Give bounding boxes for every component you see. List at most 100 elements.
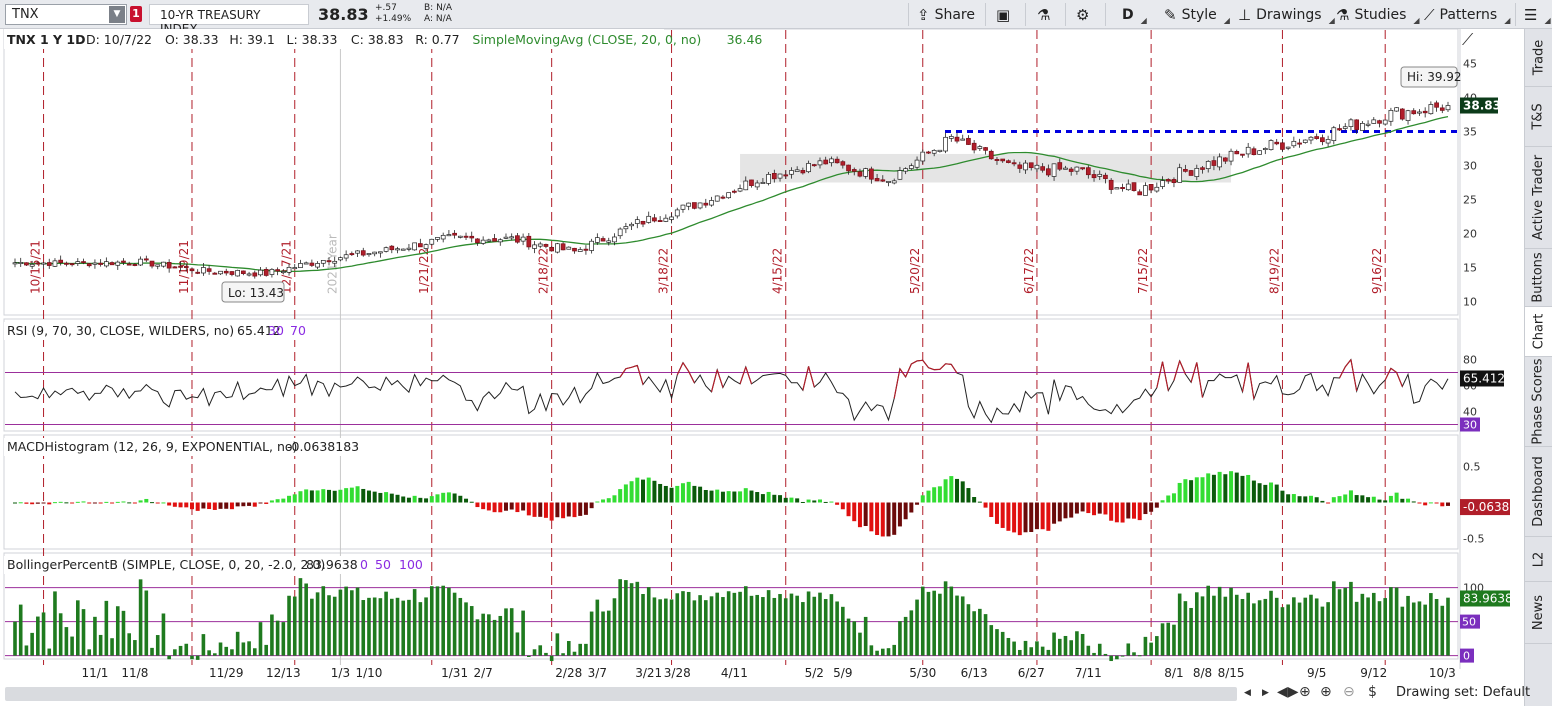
candle-up — [1194, 168, 1200, 177]
candle-up — [886, 181, 891, 183]
macd-bar — [692, 485, 697, 503]
candle-up — [680, 204, 686, 210]
bb-mid-label: 50 — [1462, 616, 1476, 629]
bb-bar — [738, 591, 742, 656]
bb-bar — [635, 581, 640, 656]
bb-bar — [275, 620, 280, 656]
aggregation-button[interactable]: D ◢ — [1122, 4, 1147, 26]
bb-bar — [943, 581, 948, 656]
bb-bar — [1006, 637, 1011, 656]
candle-up — [503, 236, 509, 239]
candle-down — [1137, 191, 1143, 196]
macd-bar — [18, 502, 23, 504]
side-tab-phase-scores[interactable]: Phase Scores — [1525, 357, 1552, 447]
macd-bar — [361, 488, 366, 503]
side-tab-active-trader[interactable]: Active Trader — [1525, 147, 1552, 249]
bb-bar — [424, 597, 428, 656]
bb-bar — [1052, 632, 1056, 656]
side-tab-label: News — [1531, 594, 1547, 631]
candle-down — [749, 179, 754, 186]
bb-bar — [926, 591, 931, 656]
candle-up — [446, 234, 452, 237]
price-axis-icon[interactable]: $ — [1368, 684, 1377, 700]
macd-bar — [87, 502, 92, 504]
bb-bar — [989, 625, 994, 656]
macd-bar — [932, 487, 937, 503]
crosshair-icon[interactable]: ⊕ — [1299, 684, 1311, 700]
macd-bar — [424, 498, 429, 503]
rsi-overbought-segment — [916, 359, 923, 362]
flask-button[interactable]: ⚗ — [1037, 4, 1050, 25]
studies-button[interactable]: ⚗ Studies ◢ — [1336, 4, 1420, 26]
patterns-button[interactable]: ⟋ Patterns ◢ — [1424, 4, 1510, 26]
macd-bar — [92, 502, 97, 504]
side-tab-bar: Trade T&S Active Trader Buttons Chart Phase S… — [1524, 29, 1552, 706]
settings-button[interactable]: ⚙ — [1076, 4, 1089, 25]
zoom-out-icon[interactable]: ⊖ — [1343, 684, 1355, 700]
bb-bar — [1337, 589, 1342, 656]
bb-bar — [1246, 592, 1250, 656]
symbol-dropdown-icon[interactable]: ▼ — [109, 6, 125, 23]
x-axis-label: 6/13 — [961, 666, 988, 680]
candle-down — [1068, 168, 1074, 172]
symbol-input[interactable]: TNX ▼ — [5, 4, 127, 25]
scroll-right-icon[interactable]: ▶ — [1262, 688, 1269, 698]
x-axis-label: 9/12 — [1360, 666, 1387, 680]
drawings-button[interactable]: ⊥ Drawings ◢ — [1238, 4, 1335, 26]
macd-bar — [1337, 496, 1342, 503]
macd-bar — [492, 502, 497, 513]
candle-down — [58, 259, 64, 263]
macd-bar — [743, 488, 748, 503]
macd-bar — [778, 495, 783, 503]
side-tab-buttons[interactable]: Buttons — [1525, 249, 1552, 307]
scroll-left-icon[interactable]: ◀ — [1244, 688, 1251, 698]
zoom-in-icon[interactable]: ⊕ — [1320, 684, 1332, 700]
macd-bar — [1200, 477, 1205, 503]
bb-bar — [1440, 605, 1445, 656]
chart-canvas[interactable]: 454035302520151010/15/2111/19/2112/17/21… — [0, 29, 1524, 706]
candle-down — [172, 266, 178, 269]
drawing-set-label[interactable]: Drawing set: Default — [1396, 685, 1530, 700]
macd-bar — [1326, 502, 1331, 504]
time-scrollbar[interactable] — [5, 687, 1237, 701]
candle-down — [526, 235, 532, 248]
candle-up — [41, 262, 46, 265]
macd-bar — [1388, 495, 1393, 503]
bb-bar — [1360, 593, 1365, 656]
menu-button[interactable]: ☰ ◢ — [1524, 4, 1551, 26]
macd-bar — [623, 484, 628, 503]
side-tab-l-[interactable]: L2 — [1525, 537, 1552, 582]
bb-bar — [932, 590, 936, 656]
macd-bar — [1400, 498, 1405, 503]
expand-time-icon[interactable]: ◀▶ — [1277, 684, 1299, 700]
bb-bar — [173, 649, 177, 656]
candle-down — [657, 220, 663, 222]
side-tab-dashboard[interactable]: Dashboard — [1525, 447, 1552, 537]
candle-up — [754, 182, 760, 188]
candle-down — [1017, 164, 1023, 169]
candle-up — [1257, 150, 1262, 155]
x-axis-label: 8/8 — [1193, 666, 1212, 680]
alert-badge[interactable]: 1 — [130, 6, 142, 22]
macd-bar — [1131, 502, 1136, 519]
bb-bar — [332, 596, 337, 656]
macd-bar — [389, 493, 394, 503]
bb-bar — [795, 595, 799, 656]
side-tab-t-s[interactable]: T&S — [1525, 87, 1552, 147]
macd-bar — [509, 502, 514, 510]
share-button[interactable]: ⇪ Share — [917, 4, 975, 25]
bb-bar — [601, 611, 605, 656]
candle-down — [452, 232, 457, 236]
snapshot-button[interactable]: ▣ — [996, 4, 1010, 25]
side-tab-chart[interactable]: Chart — [1525, 307, 1552, 357]
side-tab-news[interactable]: News — [1525, 582, 1552, 644]
toolbar-divider — [985, 3, 986, 26]
style-button[interactable]: ✎ Style ◢ — [1164, 4, 1230, 26]
side-tab-trade[interactable]: Trade — [1525, 29, 1552, 87]
bb-bar — [1080, 633, 1085, 656]
rsi-level-high: 70 — [290, 323, 306, 338]
candle-down — [86, 263, 92, 267]
gear-icon: ⚙ — [1076, 5, 1090, 24]
macd-bar — [1149, 502, 1154, 512]
macd-bar — [212, 502, 217, 510]
